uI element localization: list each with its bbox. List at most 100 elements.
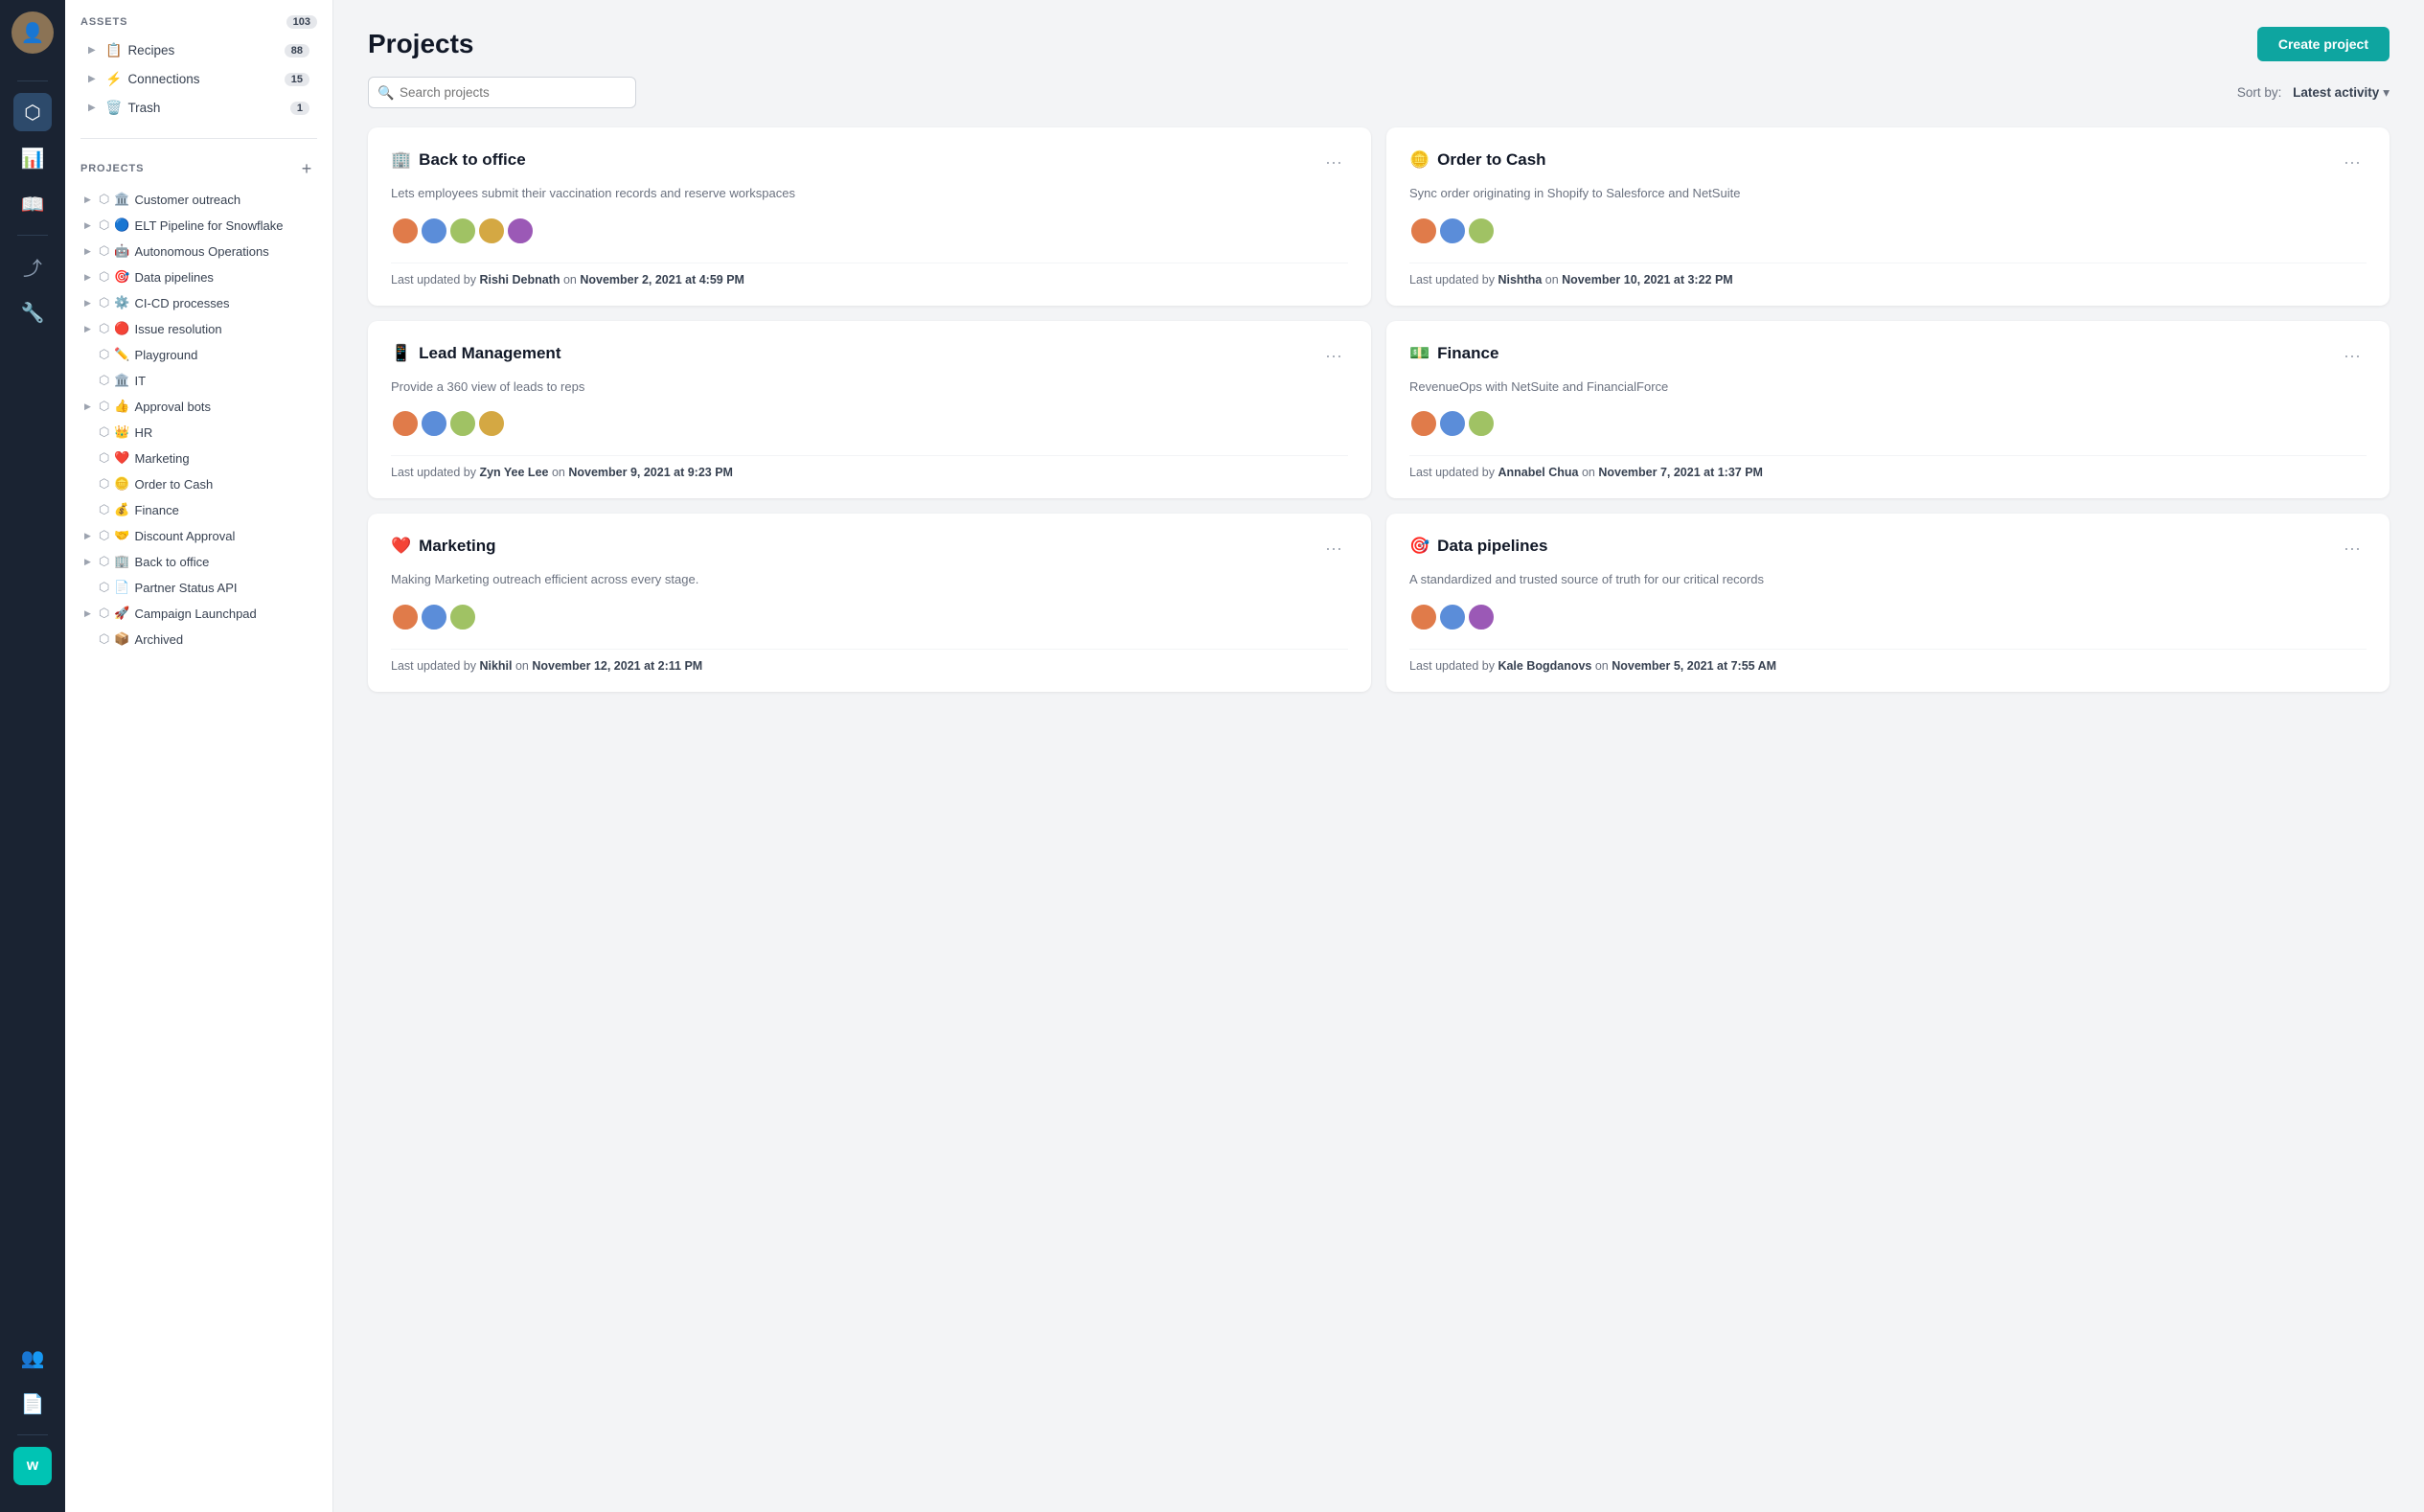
it-label: IT — [135, 374, 317, 388]
stack-icon: ⬡ — [99, 424, 109, 440]
project-item-it[interactable]: ⬡ 🏛️ IT — [73, 368, 325, 393]
updated-by: Zyn Yee Lee — [479, 466, 548, 479]
p-arrow: ▶ — [84, 608, 94, 619]
avatar-circle — [391, 603, 420, 631]
marketing-label: Marketing — [135, 451, 317, 466]
sidebar-item-recipes[interactable]: ▶ 📋 Recipes 88 — [80, 36, 317, 64]
avatar-circle — [1438, 603, 1467, 631]
card-title: ❤️ Marketing — [391, 537, 495, 556]
search-bar-row: 🔍 Sort by: Latest activity ▾ — [333, 77, 2424, 127]
card-menu-button[interactable]: ··· — [2338, 344, 2367, 368]
avatar-circle — [420, 603, 448, 631]
hr-label: HR — [135, 425, 317, 440]
add-project-button[interactable]: + — [296, 158, 317, 179]
card-header: ❤️ Marketing ··· — [391, 537, 1348, 561]
card-menu-button[interactable]: ··· — [1319, 537, 1348, 561]
project-item-marketing[interactable]: ⬡ ❤️ Marketing — [73, 446, 325, 470]
avatar-circle — [448, 409, 477, 438]
autonomous-emoji: 🤖 — [114, 243, 129, 259]
project-item-customer-outreach[interactable]: ▶ ⬡ 🏛️ Customer outreach — [73, 187, 325, 212]
nav-people-icon[interactable]: 👥 — [13, 1339, 52, 1377]
card-menu-button[interactable]: ··· — [1319, 344, 1348, 368]
trash-icon: 🗑️ — [105, 100, 122, 116]
workato-logo-icon[interactable]: w — [13, 1447, 52, 1485]
p-arrow: ▶ — [84, 220, 94, 231]
card-menu-button[interactable]: ··· — [1319, 150, 1348, 174]
project-item-discount-approval[interactable]: ▶ ⬡ 🤝 Discount Approval — [73, 523, 325, 548]
p-arrow: ▶ — [84, 557, 94, 567]
project-item-cicd[interactable]: ▶ ⬡ ⚙️ CI-CD processes — [73, 290, 325, 315]
updated-on: November 9, 2021 at 9:23 PM — [568, 466, 733, 479]
hr-emoji: 👑 — [114, 424, 129, 440]
campaign-emoji: 🚀 — [114, 606, 129, 621]
card-title-text: Back to office — [419, 150, 525, 170]
recipes-icon: 📋 — [105, 42, 122, 58]
nav-share-icon[interactable]: ⤴ — [13, 247, 52, 286]
updated-by: Rishi Debnath — [479, 273, 560, 286]
nav-layers-icon[interactable]: ⬡ — [13, 93, 52, 131]
nav-file-icon[interactable]: 📄 — [13, 1385, 52, 1423]
card-avatars — [1409, 409, 2367, 438]
nav-chart-icon[interactable]: 📊 — [13, 139, 52, 177]
avatar-circle — [1467, 409, 1496, 438]
main-content: Projects Create project 🔍 Sort by: Lates… — [333, 0, 2424, 1512]
card-description: Sync order originating in Shopify to Sal… — [1409, 184, 2367, 203]
project-card: 🏢 Back to office ··· Lets employees subm… — [368, 127, 1371, 306]
project-card: ❤️ Marketing ··· Making Marketing outrea… — [368, 514, 1371, 692]
trash-count: 1 — [290, 102, 309, 115]
project-item-approval-bots[interactable]: ▶ ⬡ 👍 Approval bots — [73, 394, 325, 419]
data-pipelines-label: Data pipelines — [135, 270, 317, 285]
avatar[interactable]: 👤 — [11, 11, 54, 54]
sort-chevron-icon: ▾ — [2383, 85, 2390, 101]
discount-emoji: 🤝 — [114, 528, 129, 543]
project-item-archived[interactable]: ⬡ 📦 Archived — [73, 627, 325, 652]
avatar-circle — [1467, 603, 1496, 631]
card-footer: Last updated by Nikhil on November 12, 2… — [391, 649, 1348, 673]
stack-icon: ⬡ — [99, 269, 109, 285]
sidebar: ASSETS 103 ▶ 📋 Recipes 88 ▶ ⚡ Connection… — [65, 0, 333, 1512]
card-avatars — [1409, 603, 2367, 631]
sort-value: Latest activity — [2293, 85, 2379, 100]
card-emoji: ❤️ — [391, 537, 411, 556]
project-item-elt-pipeline[interactable]: ▶ ⬡ 🔵 ELT Pipeline for Snowflake — [73, 213, 325, 238]
project-item-finance[interactable]: ⬡ 💰 Finance — [73, 497, 325, 522]
avatar-circle — [1438, 409, 1467, 438]
playground-emoji: ✏️ — [114, 347, 129, 362]
nav-book-icon[interactable]: 📖 — [13, 185, 52, 223]
updated-on: November 10, 2021 at 3:22 PM — [1562, 273, 1733, 286]
approval-label: Approval bots — [135, 400, 317, 414]
project-item-issue-resolution[interactable]: ▶ ⬡ 🔴 Issue resolution — [73, 316, 325, 341]
stack-icon: ⬡ — [99, 606, 109, 621]
project-item-hr[interactable]: ⬡ 👑 HR — [73, 420, 325, 445]
create-project-button[interactable]: Create project — [2257, 27, 2390, 61]
connections-arrow: ▶ — [88, 74, 100, 84]
project-item-data-pipelines[interactable]: ▶ ⬡ 🎯 Data pipelines — [73, 264, 325, 289]
connections-icon: ⚡ — [105, 71, 122, 87]
nav-wrench-icon[interactable]: 🔧 — [13, 293, 52, 332]
card-title-text: Finance — [1437, 344, 1498, 363]
project-item-back-to-office[interactable]: ▶ ⬡ 🏢 Back to office — [73, 549, 325, 574]
project-item-autonomous[interactable]: ▶ ⬡ 🤖 Autonomous Operations — [73, 239, 325, 263]
card-header: 💵 Finance ··· — [1409, 344, 2367, 368]
sidebar-item-trash[interactable]: ▶ 🗑️ Trash 1 — [80, 94, 317, 122]
card-title-text: Order to Cash — [1437, 150, 1545, 170]
project-item-campaign[interactable]: ▶ ⬡ 🚀 Campaign Launchpad — [73, 601, 325, 626]
project-item-order-to-cash[interactable]: ⬡ 🪙 Order to Cash — [73, 471, 325, 496]
p-arrow: ▶ — [84, 272, 94, 283]
sort-by-label: Sort by: — [2237, 85, 2282, 100]
project-card: 🪙 Order to Cash ··· Sync order originati… — [1386, 127, 2390, 306]
order-emoji: 🪙 — [114, 476, 129, 492]
project-item-partner-status[interactable]: ⬡ 📄 Partner Status API — [73, 575, 325, 600]
stack-icon: ⬡ — [99, 399, 109, 414]
sidebar-divider — [80, 138, 317, 139]
card-title: 📱 Lead Management — [391, 344, 560, 363]
search-input[interactable] — [368, 77, 636, 108]
card-menu-button[interactable]: ··· — [2338, 537, 2367, 561]
sort-selector[interactable]: Sort by: Latest activity ▾ — [2237, 85, 2390, 101]
sidebar-item-connections[interactable]: ▶ ⚡ Connections 15 — [80, 65, 317, 93]
project-item-playground[interactable]: ⬡ ✏️ Playground — [73, 342, 325, 367]
card-menu-button[interactable]: ··· — [2338, 150, 2367, 174]
customer-outreach-label: Customer outreach — [135, 193, 317, 207]
p-arrow: ▶ — [84, 298, 94, 309]
avatar-circle — [1409, 409, 1438, 438]
